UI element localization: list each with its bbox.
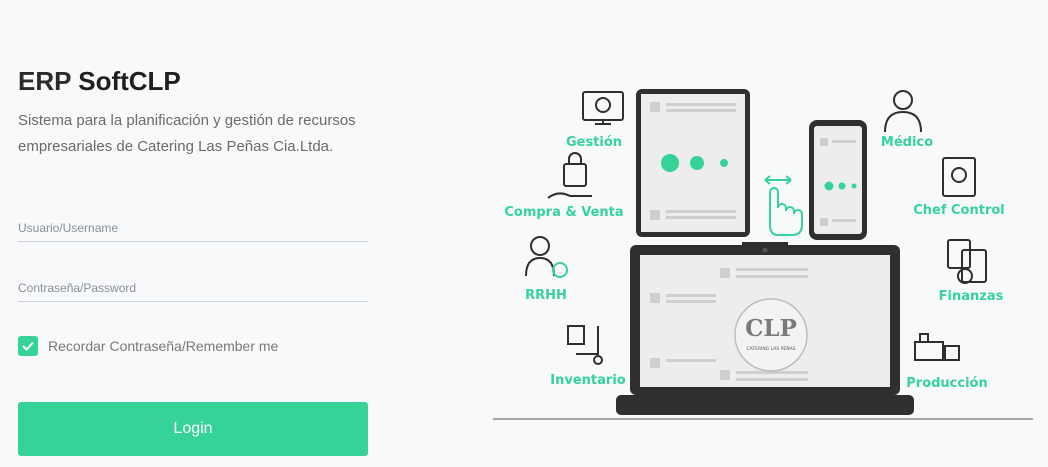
login-panel: ERP SoftCLP Sistema para la planificació… (18, 0, 368, 467)
erp-illustration: CLP CATERING LAS PEÑAS Gestión Compra & … (490, 80, 1040, 425)
remember-me-checkbox[interactable]: Recordar Contraseña/Remember me (18, 336, 278, 356)
employee-icon (525, 236, 568, 278)
shopping-bag-hand-icon (547, 152, 592, 199)
logo-text: CLP (745, 315, 797, 342)
module-label-inventario: Inventario (550, 373, 625, 388)
logo-caption: CATERING LAS PEÑAS (746, 345, 795, 352)
login-button[interactable]: Login (18, 402, 368, 456)
module-compra-venta: Compra & Venta (504, 152, 624, 220)
module-gestion: Gestión (566, 91, 624, 150)
doctor-icon (884, 90, 922, 133)
module-label-rrhh: RRHH (525, 288, 567, 303)
phone-icon (809, 120, 867, 240)
module-finanzas: Finanzas (939, 239, 1004, 304)
module-label-medico: Médico (881, 135, 933, 150)
module-label-produccion: Producción (906, 376, 988, 391)
chef-book-icon (942, 157, 976, 197)
company-logo: CLP CATERING LAS PEÑAS (734, 298, 808, 372)
password-input[interactable] (18, 274, 368, 302)
gear-monitor-icon (582, 91, 624, 125)
module-medico: Médico (881, 90, 933, 150)
module-label-finanzas: Finanzas (939, 289, 1004, 304)
module-rrhh: RRHH (525, 236, 568, 303)
module-label-compra-venta: Compra & Venta (504, 205, 623, 220)
module-label-gestion: Gestión (566, 135, 622, 150)
hand-truck-icon (567, 325, 603, 365)
app-description: Sistema para la planificación y gestión … (18, 112, 356, 155)
module-chef-control: Chef Control (913, 157, 1005, 218)
module-inventario: Inventario (550, 325, 626, 388)
remember-me-label: Recordar Contraseña/Remember me (48, 338, 279, 354)
calculator-invoice-icon (947, 239, 987, 284)
title-prefix: ERP (18, 66, 71, 96)
checkmark-icon[interactable] (18, 336, 38, 356)
title-brand: SoftCLP (78, 66, 181, 96)
username-input[interactable] (18, 214, 368, 242)
production-boxes-icon (914, 333, 960, 361)
page-title: ERP SoftCLP (18, 66, 181, 97)
swipe-hand-icon (764, 175, 803, 236)
module-label-chef-control: Chef Control (913, 203, 1005, 218)
module-produccion: Producción (906, 333, 988, 391)
tablet-icon (636, 89, 750, 237)
